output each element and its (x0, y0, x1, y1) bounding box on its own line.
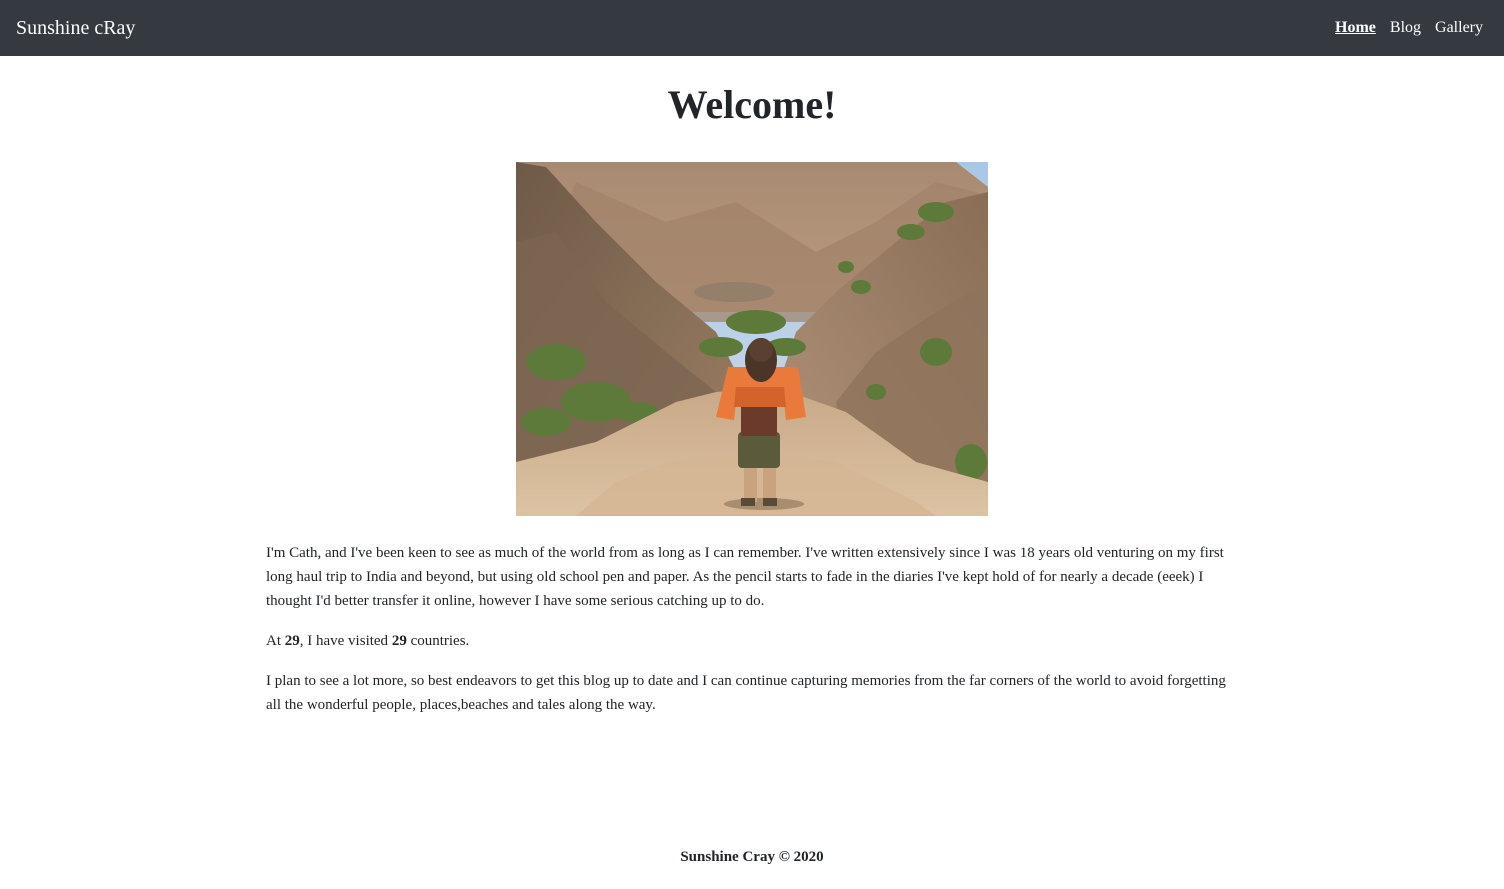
nav-links: Home Blog Gallery (1325, 0, 1483, 56)
hero-photo (516, 162, 988, 516)
intro-content: I'm Cath, and I've been keen to see as m… (266, 541, 1238, 733)
stats-middle: , I have visited (299, 633, 392, 649)
stats-prefix: At (266, 633, 285, 649)
navbar: Sunshine cRay Home Blog Gallery (0, 0, 1504, 56)
footer-copyright: Sunshine Cray © 2020 (680, 849, 824, 865)
nav-link-blog[interactable]: Blog (1390, 19, 1421, 36)
nav-link-gallery[interactable]: Gallery (1435, 19, 1483, 36)
stats-paragraph: At 29, I have visited 29 countries. (266, 629, 1238, 653)
nav-link-home[interactable]: Home (1335, 19, 1376, 36)
age-value: 29 (284, 633, 300, 649)
intro-paragraph: I'm Cath, and I've been keen to see as m… (266, 545, 1224, 609)
countries-value: 29 (391, 633, 407, 649)
stats-suffix: countries. (406, 633, 470, 649)
closing-paragraph: I plan to see a lot more, so best endeav… (266, 673, 1226, 713)
brand-link[interactable]: Sunshine cRay (16, 0, 135, 56)
page-title: Welcome! (667, 82, 837, 127)
